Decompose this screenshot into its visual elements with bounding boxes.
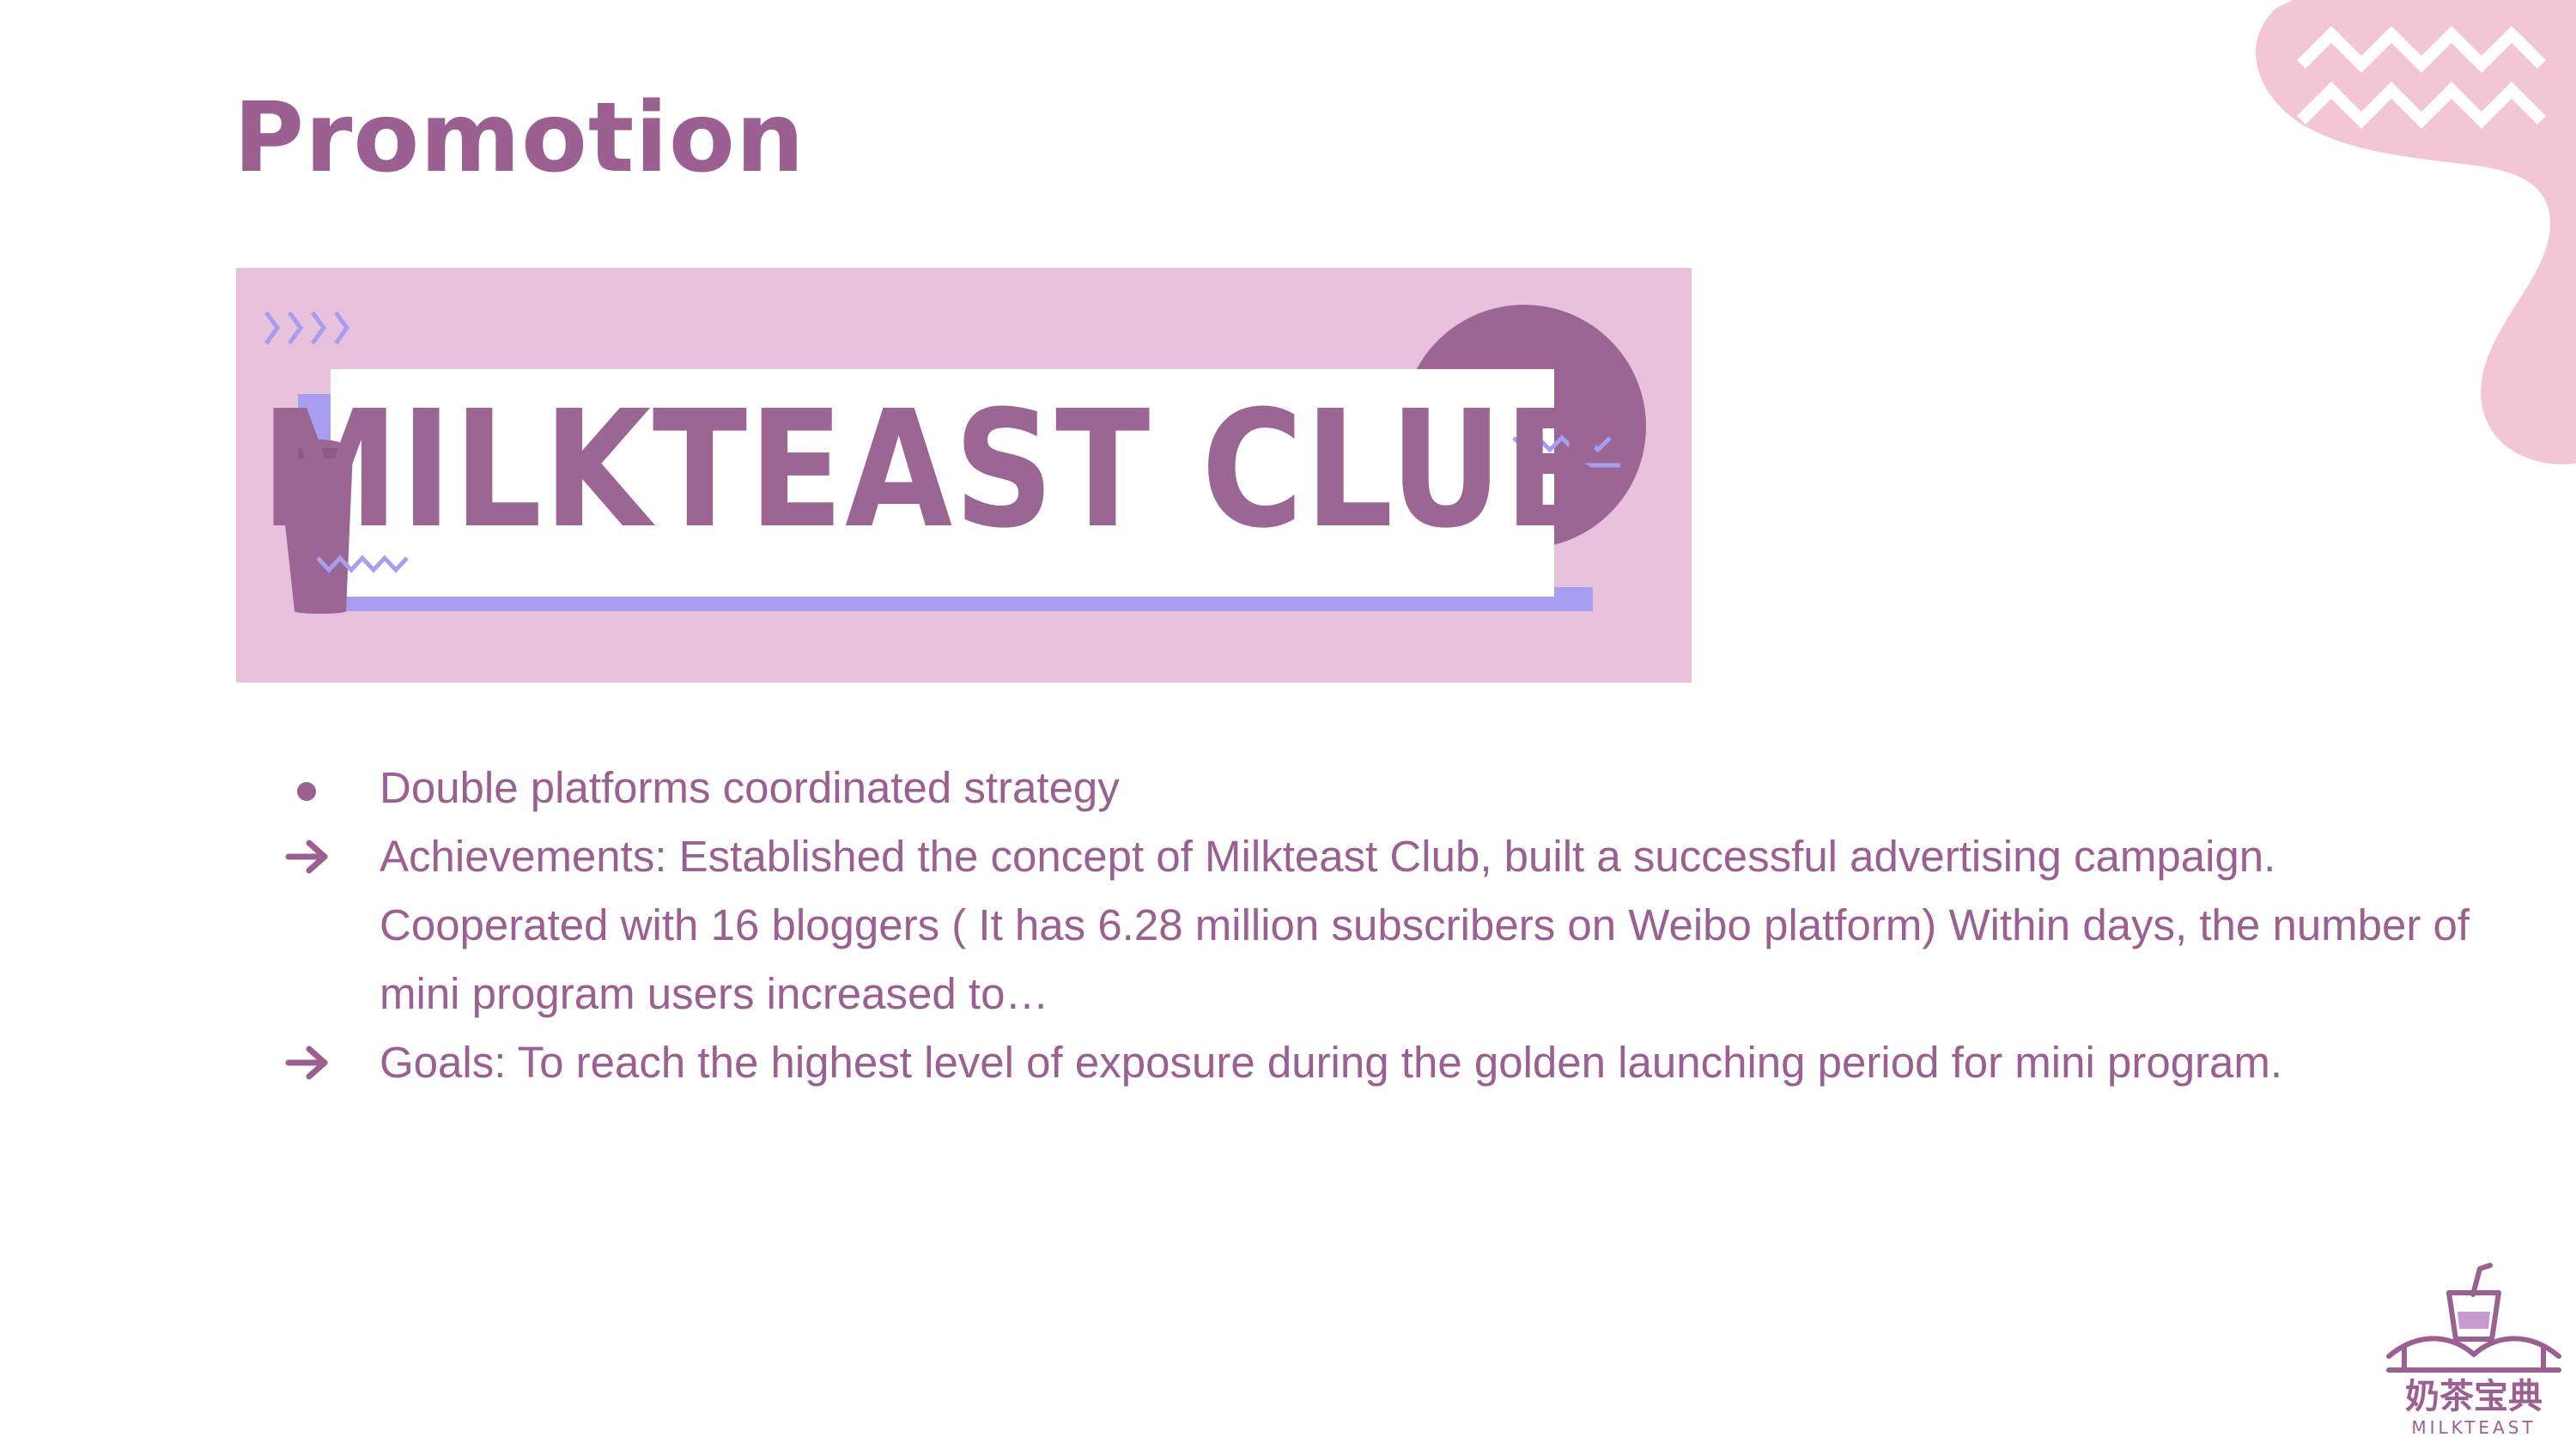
milkteast-club-banner: MILKTEAST CLUB: [236, 268, 1692, 682]
banner-title: MILKTEAST CLUB: [260, 375, 1612, 564]
list-item: Achievements: Established the concept of…: [283, 822, 2516, 1028]
bullet-text: Achievements: Established the concept of…: [380, 832, 2470, 1018]
arrow-right-icon: [283, 1028, 352, 1117]
decorative-blob: [2256, 0, 2576, 464]
list-item: Double platforms coordinated strategy: [283, 754, 2516, 822]
page-title: Promotion: [234, 82, 805, 194]
arrow-right-icon: [283, 822, 352, 911]
bullet-text: Goals: To reach the highest level of exp…: [380, 1038, 2283, 1087]
dot-icon: [283, 754, 352, 822]
bullet-list: Double platforms coordinated strategy Ac…: [283, 754, 2516, 1097]
logo-english: MILKTEAST: [2411, 1417, 2536, 1438]
bullet-text: Double platforms coordinated strategy: [380, 763, 1120, 812]
list-item: Goals: To reach the highest level of exp…: [283, 1028, 2516, 1097]
logo-chinese: 奶茶宝典: [2405, 1377, 2543, 1416]
milkteast-logo: 奶茶宝典 MILKTEAST: [2386, 1263, 2561, 1438]
